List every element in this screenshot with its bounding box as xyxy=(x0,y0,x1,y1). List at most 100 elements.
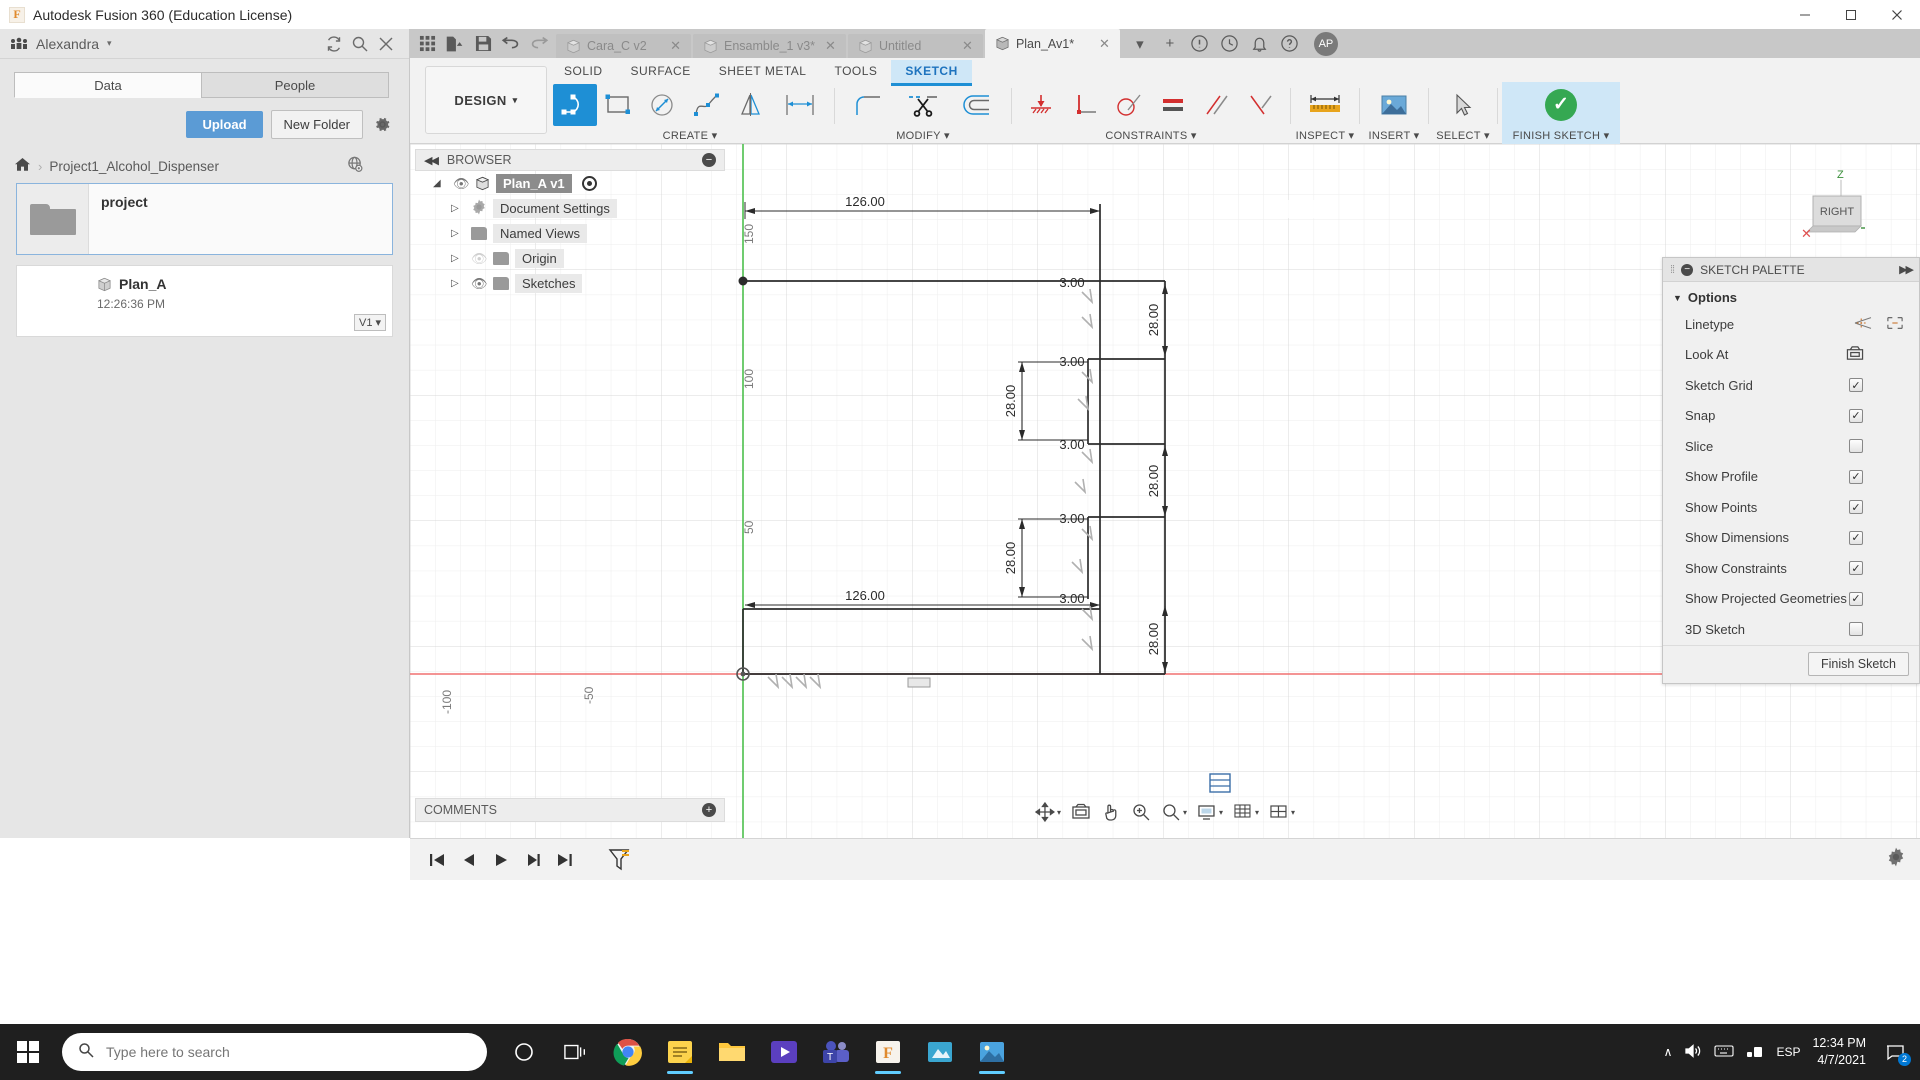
close-icon[interactable]: ✕ xyxy=(666,38,685,54)
pan-icon[interactable] xyxy=(1097,800,1125,824)
new-tab-plus-icon[interactable]: + xyxy=(1156,31,1184,57)
teams-icon[interactable]: T xyxy=(813,1028,859,1076)
notification-icon[interactable]: 2 xyxy=(1878,1032,1912,1072)
ribbon-group-label[interactable]: INSERT ▾ xyxy=(1364,127,1424,144)
keyboard-icon[interactable] xyxy=(1714,1044,1734,1061)
app-blue-icon[interactable] xyxy=(917,1028,963,1076)
line-tool[interactable] xyxy=(553,84,597,126)
go-to-end-icon[interactable] xyxy=(552,847,578,873)
show-constraints-checkbox[interactable]: ✓ xyxy=(1849,561,1863,575)
symmetry-constraint[interactable] xyxy=(1239,84,1283,126)
language-indicator[interactable]: ESP xyxy=(1776,1045,1800,1059)
close-icon[interactable]: ✕ xyxy=(1095,36,1114,52)
minimize-icon[interactable]: − xyxy=(1681,264,1693,276)
expand-right-icon[interactable]: ▶▶ xyxy=(1899,263,1912,276)
show-profile-checkbox[interactable]: ✓ xyxy=(1849,470,1863,484)
workspace-switcher[interactable]: DESIGN ▾ xyxy=(425,66,547,134)
construction-line-icon[interactable] xyxy=(1853,315,1873,334)
document-tab-ensamble-1[interactable]: Ensamble_1 v3* ✕ xyxy=(693,34,846,58)
new-file-icon[interactable] xyxy=(442,32,468,56)
photos-icon[interactable] xyxy=(969,1028,1015,1076)
search-icon[interactable] xyxy=(347,31,373,57)
bell-icon[interactable] xyxy=(1246,31,1274,57)
select-cursor-tool[interactable] xyxy=(1436,84,1490,126)
spline-tool[interactable] xyxy=(685,84,729,126)
home-icon[interactable] xyxy=(14,157,31,175)
maximize-button[interactable] xyxy=(1828,0,1874,29)
close-panel-icon[interactable] xyxy=(373,31,399,57)
new-folder-button[interactable]: New Folder xyxy=(271,110,363,139)
tray-chevron-icon[interactable]: ∧ xyxy=(1664,1045,1673,1059)
sticky-notes-icon[interactable] xyxy=(657,1028,703,1076)
plus-circle-icon[interactable]: + xyxy=(702,803,716,817)
breadcrumb-project[interactable]: Project1_Alcohol_Dispenser xyxy=(49,159,219,174)
view-cube[interactable]: Z RIGHT ✕ xyxy=(1755,166,1865,256)
browser-row-named-views[interactable]: ▷ Named Views xyxy=(415,221,725,246)
look-at-icon[interactable] xyxy=(1067,800,1095,824)
trim-tool[interactable] xyxy=(896,84,950,126)
palette-section-options[interactable]: ▼ Options xyxy=(1663,282,1919,309)
show-projected-geometries-checkbox[interactable]: ✓ xyxy=(1849,592,1863,606)
fix-unfix-constraint[interactable] xyxy=(1019,84,1063,126)
finish-sketch-palette-button[interactable]: Finish Sketch xyxy=(1808,652,1909,676)
display-settings-icon[interactable]: ▾ xyxy=(1193,800,1227,824)
equal-constraint[interactable] xyxy=(1151,84,1195,126)
ribbon-group-label[interactable]: SELECT ▾ xyxy=(1433,127,1493,144)
parallel-constraint[interactable] xyxy=(1195,84,1239,126)
look-at-icon[interactable] xyxy=(1845,345,1865,365)
show-points-checkbox[interactable]: ✓ xyxy=(1849,500,1863,514)
filter-icon[interactable] xyxy=(606,847,632,873)
slice-checkbox[interactable] xyxy=(1849,439,1863,453)
clock[interactable]: 12:34 PM 4/7/2021 xyxy=(1812,1035,1866,1069)
undo-icon[interactable] xyxy=(498,32,524,56)
document-tab-plan-a[interactable]: Plan_Av1* ✕ xyxy=(985,29,1120,58)
expand-arrow-icon[interactable]: ▷ xyxy=(451,228,465,239)
eye-icon[interactable]: 👁 xyxy=(471,276,487,292)
ribbon-group-label[interactable]: FINISH SKETCH ▾ xyxy=(1502,127,1620,144)
globe-icon[interactable] xyxy=(346,155,365,177)
sketch-grid-checkbox[interactable]: ✓ xyxy=(1849,378,1863,392)
grid-icon[interactable] xyxy=(414,32,440,56)
measure-tool[interactable] xyxy=(1298,84,1352,126)
collapse-left-icon[interactable]: ◀◀ xyxy=(424,154,437,167)
tangent-constraint[interactable] xyxy=(1107,84,1151,126)
taskbar-search-field[interactable] xyxy=(106,1044,471,1060)
network-icon[interactable] xyxy=(1746,1043,1764,1062)
search-input[interactable] xyxy=(62,1033,487,1071)
media-player-icon[interactable] xyxy=(761,1028,807,1076)
comments-panel[interactable]: COMMENTS + xyxy=(415,798,725,822)
ribbon-group-label[interactable]: CONSTRAINTS ▾ xyxy=(1016,127,1286,144)
show-dimensions-checkbox[interactable]: ✓ xyxy=(1849,531,1863,545)
browser-row-sketches[interactable]: ▷ 👁 Sketches xyxy=(415,271,725,296)
fillet-tool[interactable] xyxy=(842,84,896,126)
eye-icon[interactable]: 👁 xyxy=(471,251,487,267)
circle-tool[interactable] xyxy=(641,84,685,126)
windows-start-icon[interactable] xyxy=(0,1024,56,1080)
avatar[interactable]: AP xyxy=(1314,32,1338,56)
expand-arrow-icon[interactable]: ▷ xyxy=(451,253,465,264)
grid-snaps-icon[interactable]: ▾ xyxy=(1229,800,1263,824)
go-to-beginning-icon[interactable] xyxy=(424,847,450,873)
file-explorer-icon[interactable] xyxy=(709,1028,755,1076)
snap-checkbox[interactable]: ✓ xyxy=(1849,409,1863,423)
chevron-down-icon[interactable]: ▾ xyxy=(107,38,112,49)
step-back-icon[interactable] xyxy=(456,847,482,873)
ribbon-group-label[interactable]: MODIFY ▾ xyxy=(839,127,1007,144)
redo-icon[interactable] xyxy=(526,32,552,56)
list-item[interactable]: Plan_A 12:26:36 PM V1 ▾ xyxy=(16,265,393,337)
perpendicular-constraint[interactable] xyxy=(1063,84,1107,126)
gear-icon[interactable] xyxy=(371,114,393,136)
task-view-icon[interactable] xyxy=(553,1028,599,1076)
tab-people[interactable]: People xyxy=(201,72,389,98)
offset-tool[interactable] xyxy=(950,84,1004,126)
tab-data[interactable]: Data xyxy=(14,72,201,98)
refresh-icon[interactable] xyxy=(321,31,347,57)
centerline-icon[interactable] xyxy=(1885,315,1905,334)
upload-button[interactable]: Upload xyxy=(186,111,262,138)
insert-image-tool[interactable] xyxy=(1367,84,1421,126)
sketch-canvas[interactable]: 150 100 50 -100 -50 xyxy=(410,144,1920,838)
browser-row-document-settings[interactable]: ▷ Document Settings xyxy=(415,196,725,221)
minus-circle-icon[interactable]: − xyxy=(702,153,716,167)
expand-arrow-icon[interactable]: ◢ xyxy=(433,178,447,189)
browser-row-plan-a[interactable]: ◢ 👁 Plan_A v1 xyxy=(415,171,725,196)
